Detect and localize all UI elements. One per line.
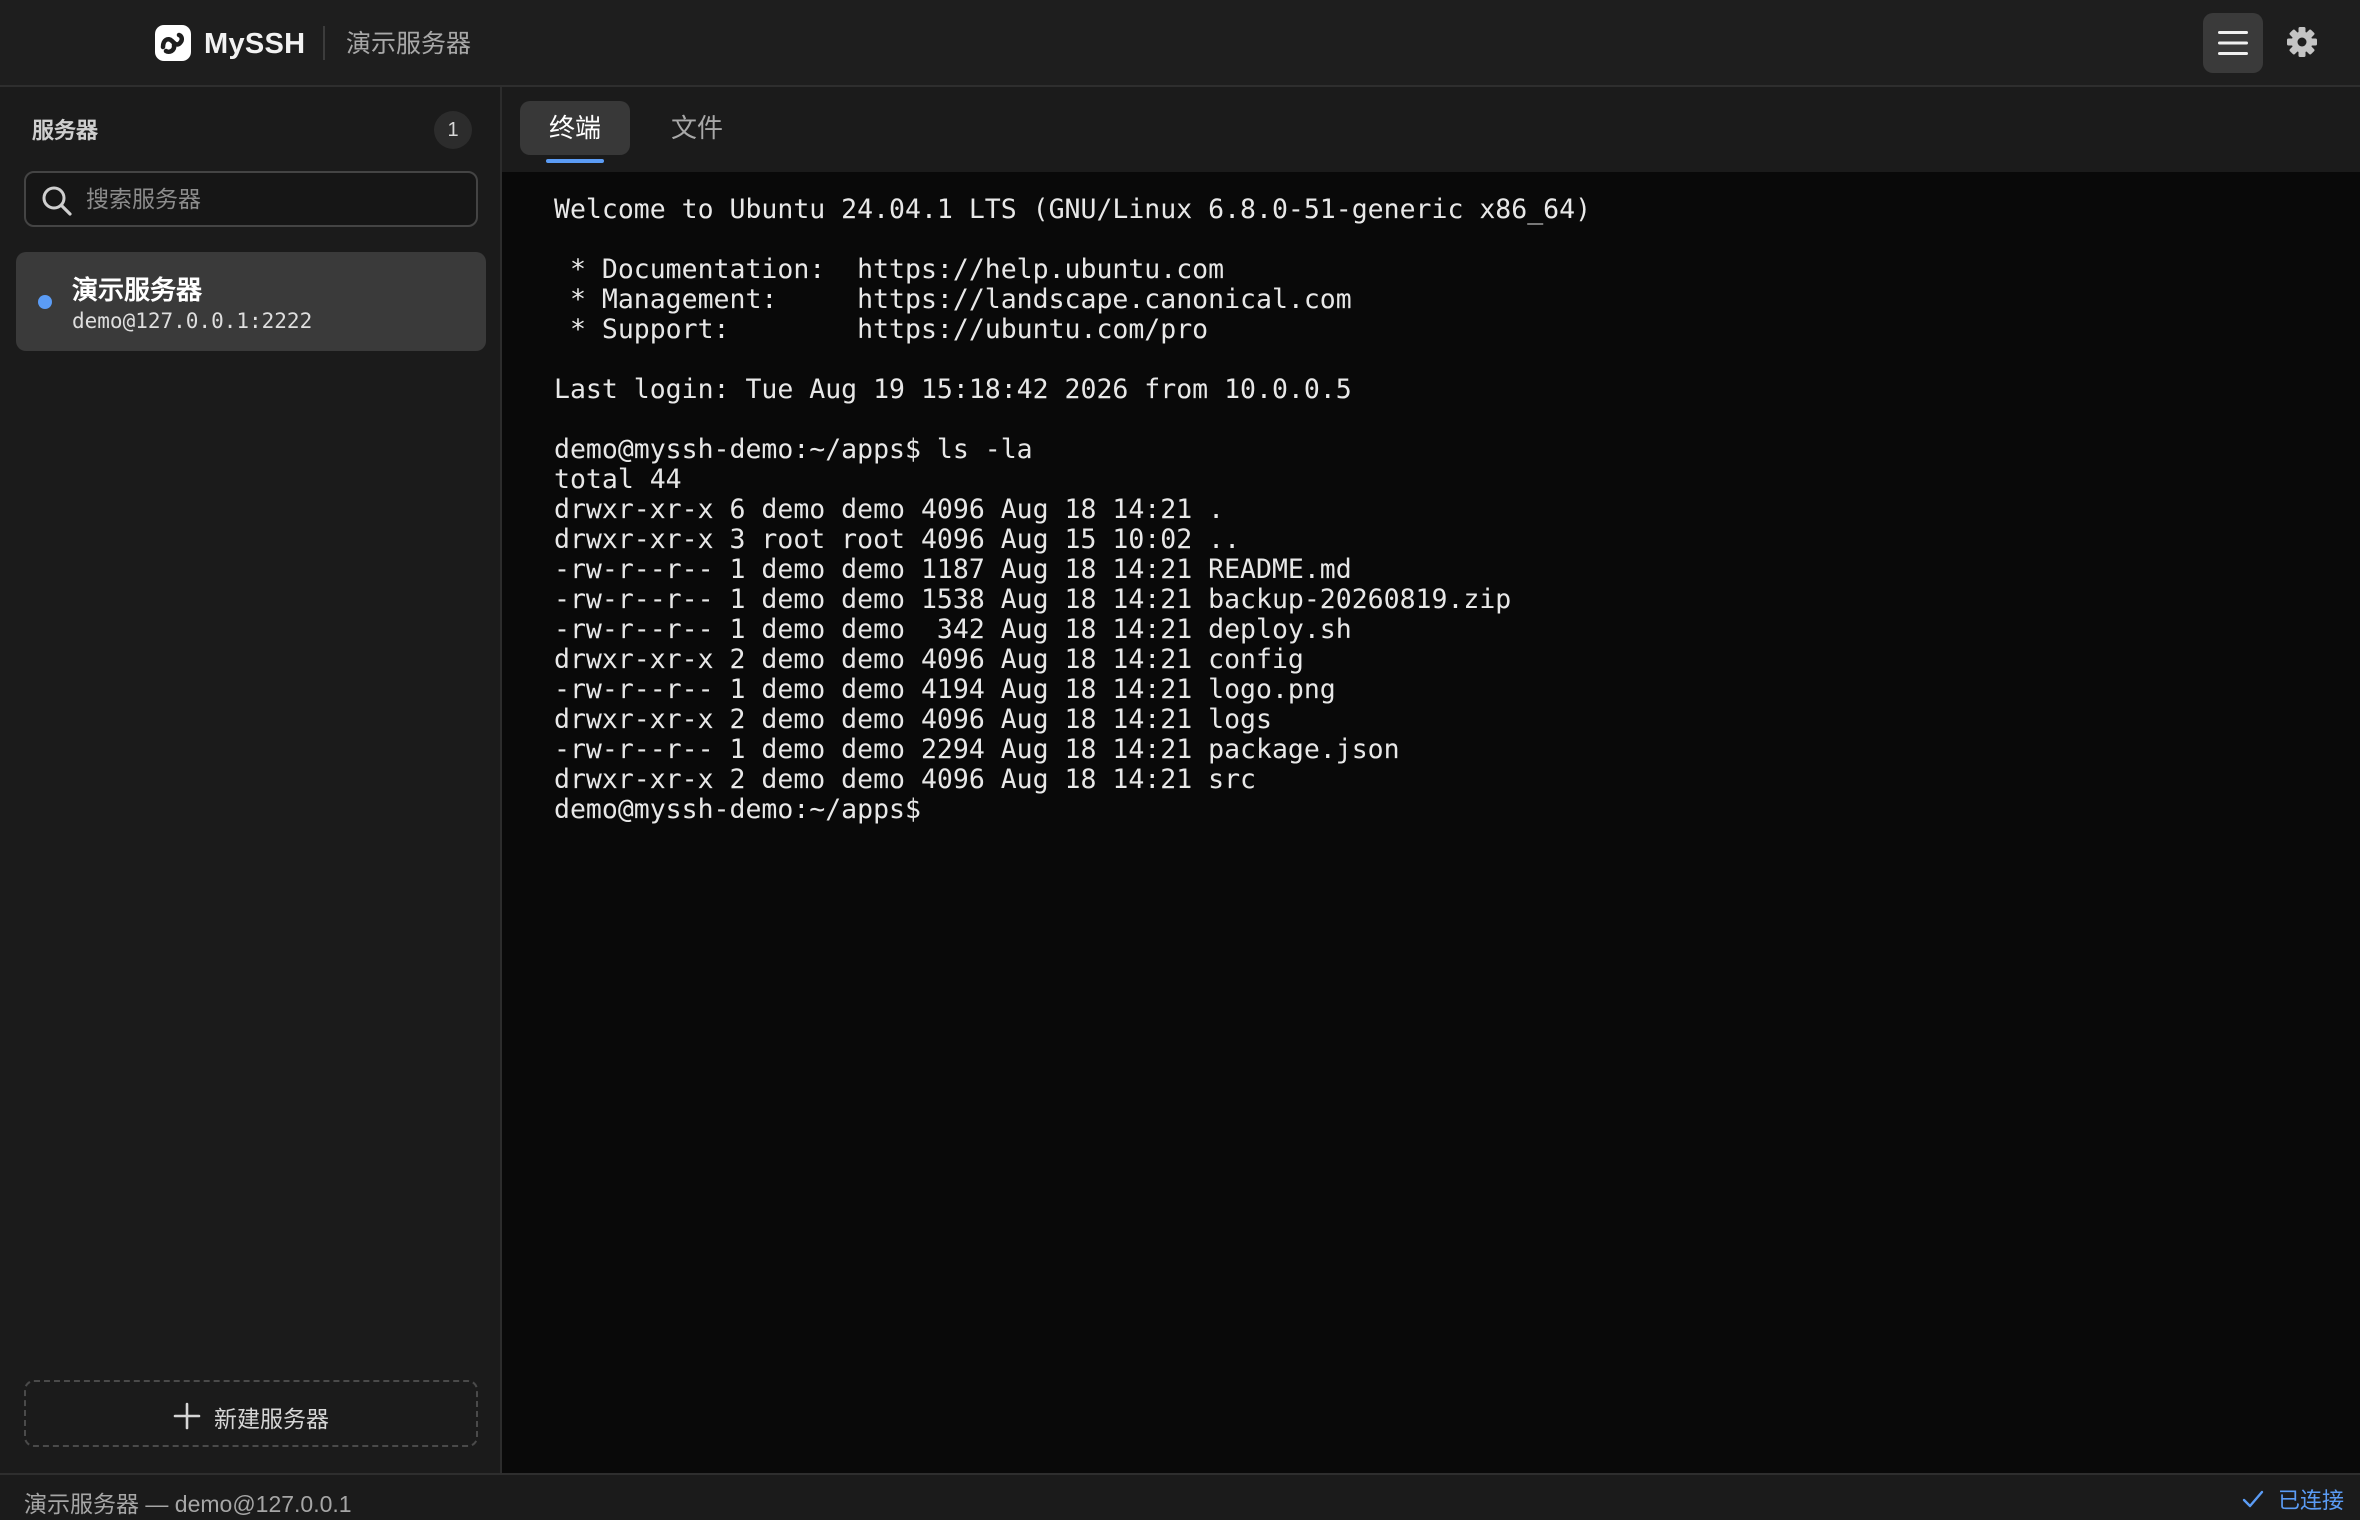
- server-count-badge: 1: [434, 111, 472, 149]
- hamburger-menu-icon: [2218, 31, 2248, 55]
- tab-terminal[interactable]: 终端: [520, 101, 630, 163]
- sidebar-header: 服务器: [32, 118, 99, 143]
- status-bar: 演示服务器 — demo@127.0.0.1 已连接: [0, 1473, 2360, 1520]
- search-icon: [42, 186, 72, 216]
- link-logo-icon: [155, 25, 191, 61]
- terminal-line: * Documentation: https://help.ubuntu.com: [554, 254, 1225, 285]
- terminal-line: -rw-r--r-- 1 demo demo 4194 Aug 18 14:21…: [554, 674, 1336, 705]
- terminal-line: * Support: https://ubuntu.com/pro: [554, 314, 1209, 345]
- terminal-line: * Management: https://landscape.canonica…: [554, 284, 1352, 315]
- new-server-label: 新建服务器: [214, 1406, 329, 1432]
- terminal-line: -rw-r--r-- 1 demo demo 1187 Aug 18 14:21…: [554, 554, 1352, 585]
- terminal-line: -rw-r--r-- 1 demo demo 2294 Aug 18 14:21…: [554, 734, 1400, 765]
- gear-icon: [2287, 27, 2317, 57]
- terminal-line: Last login: Tue Aug 19 15:18:42 2026 fro…: [554, 374, 1352, 405]
- title-bar: MySSH 演示服务器: [0, 0, 2360, 87]
- terminal-output: Welcome to Ubuntu 24.04.1 LTS (GNU/Linux…: [554, 195, 1591, 825]
- connection-status: 已连接: [2242, 1484, 2344, 1514]
- connection-status-dot: [38, 295, 52, 309]
- plus-icon: [173, 1402, 201, 1430]
- tab-files-label: 文件: [670, 113, 723, 143]
- terminal-line: drwxr-xr-x 2 demo demo 4096 Aug 18 14:21…: [554, 764, 1256, 795]
- terminal-view[interactable]: Welcome to Ubuntu 24.04.1 LTS (GNU/Linux…: [502, 172, 2360, 1473]
- check-icon: [2242, 1490, 2264, 1508]
- active-tab-indicator: [546, 159, 604, 163]
- search-box[interactable]: [24, 171, 478, 227]
- terminal-line: demo@myssh-demo:~/apps$: [554, 794, 937, 825]
- current-server-title: 演示服务器: [346, 30, 472, 58]
- terminal-line: Welcome to Ubuntu 24.04.1 LTS (GNU/Linux…: [554, 194, 1592, 225]
- tab-terminal-label: 终端: [548, 113, 601, 143]
- terminal-line: drwxr-xr-x 2 demo demo 4096 Aug 18 14:21…: [554, 704, 1272, 735]
- sidebar: 服务器 1 演示服务器 demo@127.0.0.1:2222 新建服务器: [0, 87, 502, 1473]
- server-name: 演示服务器: [72, 275, 203, 305]
- search-input[interactable]: [86, 173, 466, 225]
- terminal-line: drwxr-xr-x 6 demo demo 4096 Aug 18 14:21…: [554, 494, 1225, 525]
- app-window: MySSH 演示服务器 服务器 1 搜索服务器 演示服务器 demo@127.0…: [0, 0, 2360, 1520]
- status-connection-info: 演示服务器 — demo@127.0.0.1: [24, 1491, 352, 1517]
- menu-button[interactable]: [2203, 13, 2263, 73]
- terminal-line: drwxr-xr-x 2 demo demo 4096 Aug 18 14:21…: [554, 644, 1304, 675]
- new-server-button[interactable]: 新建服务器: [24, 1380, 478, 1447]
- terminal-line: -rw-r--r-- 1 demo demo 342 Aug 18 14:21 …: [554, 614, 1352, 645]
- terminal-line: demo@myssh-demo:~/apps$ ls -la: [554, 434, 1033, 465]
- app-name: MySSH: [204, 28, 306, 60]
- settings-button[interactable]: [2283, 23, 2321, 61]
- terminal-line: -rw-r--r-- 1 demo demo 1538 Aug 18 14:21…: [554, 584, 1512, 615]
- server-list-item[interactable]: 演示服务器 demo@127.0.0.1:2222: [16, 252, 486, 351]
- title-divider: [323, 26, 325, 60]
- main-panel: 终端 文件 Welcome to Ubuntu 24.04.1 LTS (GNU…: [502, 87, 2360, 1473]
- tab-files[interactable]: 文件: [654, 101, 740, 155]
- connection-status-label: 已连接: [2277, 1488, 2344, 1513]
- terminal-line: drwxr-xr-x 3 root root 4096 Aug 15 10:02…: [554, 524, 1241, 555]
- server-address: demo@127.0.0.1:2222: [72, 309, 313, 333]
- tab-bar: 终端 文件: [502, 87, 2360, 172]
- terminal-line: total 44: [554, 464, 682, 495]
